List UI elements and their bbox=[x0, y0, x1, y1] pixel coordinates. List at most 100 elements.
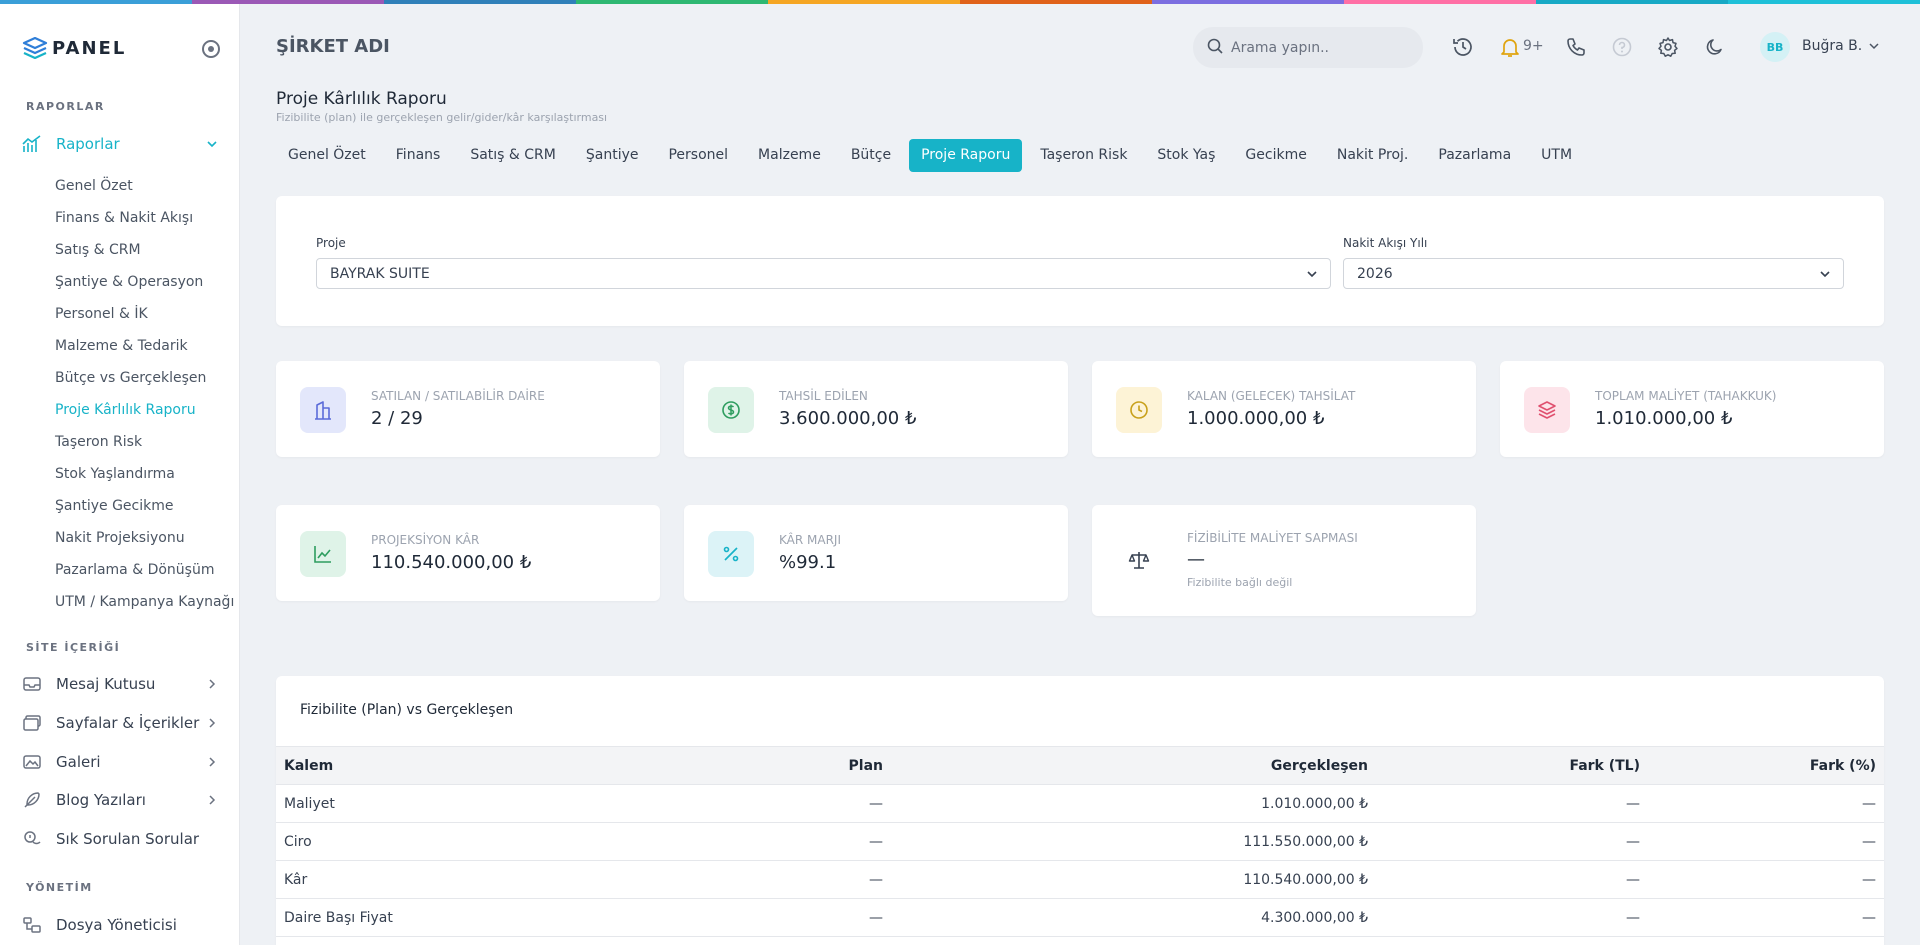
line-chart-icon bbox=[300, 531, 346, 577]
column-header-fark-tl[interactable]: Fark (TL) bbox=[1376, 746, 1648, 785]
table-cell: — bbox=[1648, 784, 1884, 823]
sidebar-subitem-santiye-operasyon[interactable]: Şantiye & Operasyon bbox=[55, 266, 234, 298]
tab-nakit-proj[interactable]: Nakit Proj. bbox=[1325, 139, 1421, 172]
sidebar-item-mesaj-kutusu[interactable]: Mesaj Kutusu bbox=[22, 672, 218, 696]
stat-label: KALAN (GELECEK) TAHSİLAT bbox=[1187, 389, 1356, 403]
tab-utm[interactable]: UTM bbox=[1529, 139, 1584, 172]
tab-proje-raporu[interactable]: Proje Raporu bbox=[909, 139, 1023, 172]
chevron-down-icon bbox=[1306, 268, 1318, 284]
sidebar-item-blog[interactable]: Blog Yazıları bbox=[22, 788, 218, 812]
project-label: Proje bbox=[316, 236, 346, 250]
sidebar-subitem-pazarlama[interactable]: Pazarlama & Dönüşüm bbox=[55, 554, 234, 586]
year-select[interactable]: 2026 bbox=[1343, 258, 1844, 289]
tab-finans[interactable]: Finans bbox=[384, 139, 453, 172]
column-header-kalem[interactable]: Kalem bbox=[276, 746, 576, 785]
sidebar-subitem-santiye-gecikme[interactable]: Şantiye Gecikme bbox=[55, 490, 234, 522]
sidebar-subitem-utm[interactable]: UTM / Kampanya Kaynağı bbox=[55, 586, 234, 618]
sidebar-subitem-proje-karlilik[interactable]: Proje Kârlılık Raporu bbox=[55, 394, 234, 426]
stat-value: 1.010.000,00 ₺ bbox=[1595, 408, 1733, 429]
tab-satis-crm[interactable]: Satış & CRM bbox=[458, 139, 568, 172]
stat-card-fizibilite-sapma: FİZİBİLİTE MALİYET SAPMASI — Fizibilite … bbox=[1092, 505, 1476, 616]
table-cell: — bbox=[1376, 898, 1648, 937]
chevron-down-icon bbox=[206, 136, 218, 154]
sidebar-item-galeri[interactable]: Galeri bbox=[22, 750, 218, 774]
page-title: Proje Kârlılık Raporu bbox=[276, 89, 447, 109]
tab-stok-yas[interactable]: Stok Yaş bbox=[1145, 139, 1227, 172]
table-cell: Kâr bbox=[276, 860, 576, 899]
sidebar-collapse-button[interactable] bbox=[202, 40, 220, 58]
chevron-down-icon[interactable] bbox=[1868, 40, 1880, 56]
stat-label: TOPLAM MALİYET (TAHAKKUK) bbox=[1595, 389, 1777, 403]
sidebar-subitem-taseron-risk[interactable]: Taşeron Risk bbox=[55, 426, 234, 458]
avatar[interactable]: BB bbox=[1760, 32, 1790, 62]
table-row: Maliyet — 1.010.000,00 ₺ — — bbox=[276, 784, 1884, 823]
sidebar-item-label: Sık Sorulan Sorular bbox=[56, 830, 200, 848]
stat-note: Fizibilite bağlı değil bbox=[1187, 576, 1293, 589]
table-cell: — bbox=[1648, 860, 1884, 899]
sidebar-subitem-malzeme-tedarik[interactable]: Malzeme & Tedarik bbox=[55, 330, 234, 362]
phone-icon[interactable] bbox=[1564, 35, 1588, 59]
reports-submenu: Genel Özet Finans & Nakit Akışı Satış & … bbox=[55, 170, 234, 618]
history-icon[interactable] bbox=[1451, 35, 1475, 59]
table-row: Kâr — 110.540.000,00 ₺ — — bbox=[276, 860, 1884, 899]
tab-gecikme[interactable]: Gecikme bbox=[1233, 139, 1318, 172]
stat-label: FİZİBİLİTE MALİYET SAPMASI bbox=[1187, 531, 1358, 545]
sidebar-item-sayfalar[interactable]: Sayfalar & İçerikler bbox=[22, 711, 218, 735]
column-header-plan[interactable]: Plan bbox=[576, 746, 891, 785]
page-subtitle: Fizibilite (plan) ile gerçekleşen gelir/… bbox=[276, 111, 608, 124]
stat-card-projeksiyon-kar: PROJEKSİYON KÂR 110.540.000,00 ₺ bbox=[276, 505, 660, 601]
section-title-management: YÖNETİM bbox=[26, 881, 93, 894]
gallery-icon bbox=[22, 752, 42, 772]
sidebar-subitem-genel-ozet[interactable]: Genel Özet bbox=[55, 170, 234, 202]
tab-taseron-risk[interactable]: Taşeron Risk bbox=[1028, 139, 1139, 172]
tab-malzeme[interactable]: Malzeme bbox=[746, 139, 833, 172]
tab-santiye[interactable]: Şantiye bbox=[574, 139, 651, 172]
chevron-down-icon bbox=[1819, 268, 1831, 284]
sidebar-item-dosya-yoneticisi[interactable]: Dosya Yöneticisi bbox=[22, 913, 218, 937]
percent-icon bbox=[708, 531, 754, 577]
chevron-right-icon bbox=[206, 792, 218, 810]
faq-icon bbox=[22, 829, 42, 849]
stat-label: TAHSİL EDİLEN bbox=[779, 389, 868, 403]
help-icon[interactable] bbox=[1610, 35, 1634, 59]
moon-icon[interactable] bbox=[1703, 35, 1727, 59]
table-cell: Ciro bbox=[276, 822, 576, 861]
gear-icon[interactable] bbox=[1656, 35, 1680, 59]
table-cell: — bbox=[576, 860, 891, 899]
bell-icon[interactable] bbox=[1498, 35, 1522, 59]
company-name: ŞİRKET ADI bbox=[276, 36, 390, 57]
sidebar-item-sss[interactable]: Sık Sorulan Sorular bbox=[22, 827, 218, 851]
table-cell: 1.010.000,00 ₺ bbox=[891, 784, 1376, 823]
table-cell: — bbox=[1376, 860, 1648, 899]
tab-personel[interactable]: Personel bbox=[656, 139, 740, 172]
column-header-gerceklesen[interactable]: Gerçekleşen bbox=[891, 746, 1376, 785]
project-select[interactable]: BAYRAK SUITE bbox=[316, 258, 1331, 289]
sidebar-subitem-satis-crm[interactable]: Satış & CRM bbox=[55, 234, 234, 266]
chevron-right-icon bbox=[206, 715, 218, 733]
sidebar-subitem-personel-ik[interactable]: Personel & İK bbox=[55, 298, 234, 330]
sidebar-item-label: Raporlar bbox=[56, 135, 120, 153]
sidebar-subitem-butce[interactable]: Bütçe vs Gerçekleşen bbox=[55, 362, 234, 394]
sidebar-subitem-nakit-projeksiyonu[interactable]: Nakit Projeksiyonu bbox=[55, 522, 234, 554]
logo-icon bbox=[22, 37, 48, 59]
sidebar: PANEL RAPORLAR Raporlar Genel Özet Finan… bbox=[0, 4, 240, 945]
rainbow-top-bar bbox=[0, 0, 1920, 4]
tab-genel-ozet[interactable]: Genel Özet bbox=[276, 139, 378, 172]
sidebar-item-raporlar[interactable]: Raporlar bbox=[22, 132, 218, 156]
stat-label: SATILAN / SATILABİLİR DAİRE bbox=[371, 389, 545, 403]
app-logo[interactable]: PANEL bbox=[22, 37, 126, 59]
sidebar-subitem-stok[interactable]: Stok Yaşlandırma bbox=[55, 458, 234, 490]
stat-value: 2 / 29 bbox=[371, 408, 423, 429]
search-icon bbox=[1207, 38, 1223, 58]
plan-vs-actual-table: Kalem Plan Gerçekleşen Fark (TL) Fark (%… bbox=[276, 746, 1884, 937]
feather-icon bbox=[22, 790, 42, 810]
sidebar-subitem-finans[interactable]: Finans & Nakit Akışı bbox=[55, 202, 234, 234]
tab-butce[interactable]: Bütçe bbox=[839, 139, 903, 172]
stat-label: KÂR MARJI bbox=[779, 533, 841, 547]
user-name[interactable]: Buğra B. bbox=[1802, 38, 1862, 54]
search-box[interactable] bbox=[1193, 27, 1423, 68]
column-header-fark-yuzde[interactable]: Fark (%) bbox=[1648, 746, 1884, 785]
search-input[interactable] bbox=[1231, 39, 1401, 56]
tab-pazarlama[interactable]: Pazarlama bbox=[1426, 139, 1523, 172]
stat-label: PROJEKSİYON KÂR bbox=[371, 533, 480, 547]
